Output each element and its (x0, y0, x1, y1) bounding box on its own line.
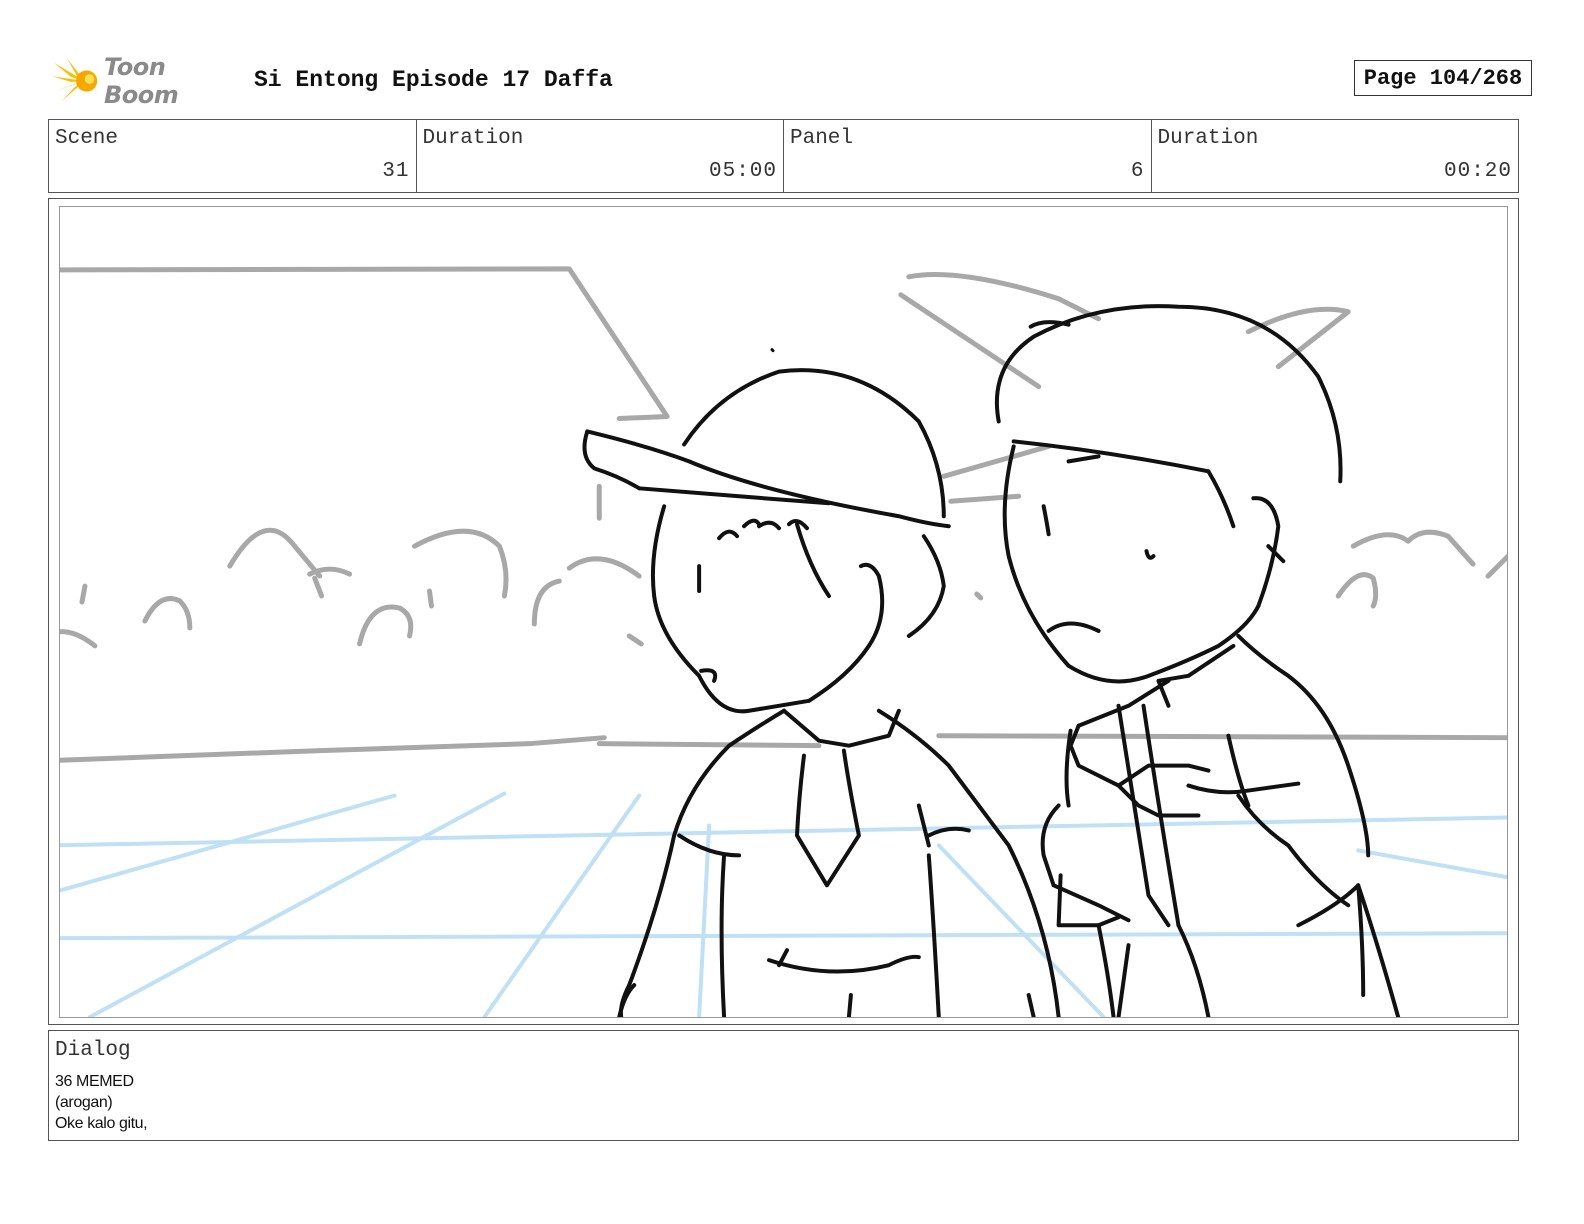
document-title: Si Entong Episode 17 Daffa (254, 67, 613, 93)
scene-value: 31 (382, 160, 410, 183)
character-cap-boy (582, 368, 1061, 1017)
panel-duration-label: Duration (1157, 127, 1259, 150)
scene-duration-label: Duration (422, 127, 524, 150)
panel-duration-cell: Duration 00:20 (1152, 120, 1519, 192)
character-book-boy (994, 304, 1401, 1017)
logo-text: Toon Boom (104, 53, 179, 109)
toon-boom-logo: Toon Boom (52, 53, 242, 109)
starburst-logo-icon (52, 58, 98, 102)
scene-duration-value: 05:00 (708, 160, 777, 183)
background-sketch (60, 266, 1507, 763)
dialog-box: Dialog 36 MEMED (arogan) Oke kalo gitu, (48, 1030, 1519, 1141)
panel-cell: Panel 6 (784, 120, 1152, 192)
scene-label: Scene (55, 127, 119, 150)
scene-duration-cell: Duration 05:00 (417, 120, 784, 192)
dialog-label: Dialog (55, 1039, 131, 1062)
perspective-grid (60, 791, 1507, 1017)
sketch-dot (770, 348, 775, 353)
dialog-text: 36 MEMED (arogan) Oke kalo gitu, (55, 1071, 148, 1134)
panel-label: Panel (790, 127, 854, 150)
page-header: Toon Boom Si Entong Episode 17 Daffa Pag… (52, 53, 1532, 109)
page-number: Page 104/268 (1354, 60, 1532, 96)
panel-value: 6 (1130, 160, 1145, 183)
storyboard-panel-image (59, 206, 1508, 1018)
dialog-line: (arogan) (55, 1094, 113, 1111)
scene-cell: Scene 31 (49, 120, 417, 192)
panel-duration-value: 00:20 (1443, 160, 1512, 183)
dialog-line: Oke kalo gitu, (55, 1115, 148, 1132)
scene-info-row: Scene 31 Duration 05:00 Panel 6 Duration… (48, 119, 1519, 193)
dialog-line: 36 MEMED (55, 1073, 134, 1090)
storyboard-panel-frame (48, 198, 1519, 1025)
